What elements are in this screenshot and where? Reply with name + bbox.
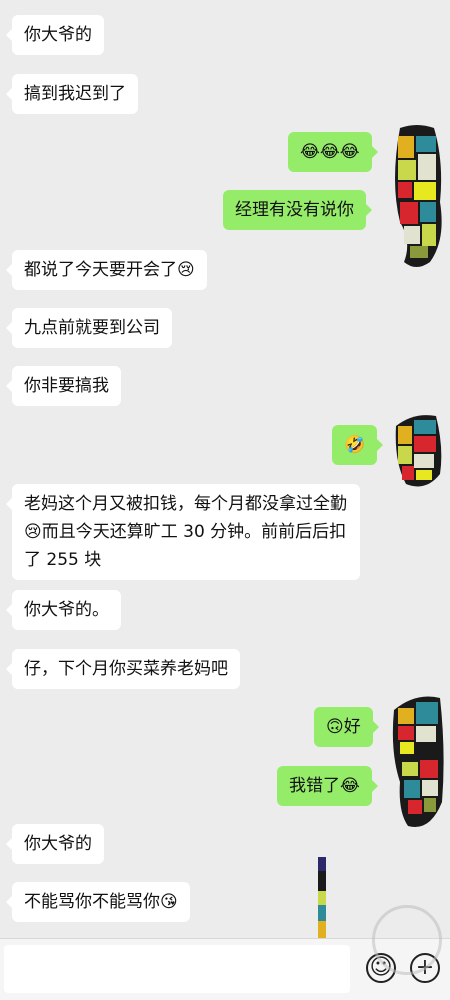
- message-text: 你非要搞我: [24, 376, 109, 396]
- message-text: 我错了😂: [289, 776, 360, 796]
- message-bubble[interactable]: 不能骂你不能骂你😘: [6, 882, 190, 922]
- message-bubble[interactable]: 我错了😂: [277, 766, 378, 806]
- message-text: 你大爷的。: [24, 600, 109, 620]
- message-bubble[interactable]: 经理有没有说你: [223, 190, 372, 230]
- message-text: 你大爷的: [24, 25, 92, 45]
- message-text: 搞到我迟到了: [24, 84, 126, 104]
- avatar[interactable]: [390, 692, 444, 830]
- message-text: 🤣: [344, 435, 366, 455]
- decorative-stick: [318, 857, 326, 943]
- message-bubble[interactable]: 都说了今天要开会了😢: [6, 250, 207, 290]
- message-text: 经理有没有说你: [235, 200, 354, 220]
- watermark-logo: [372, 905, 442, 975]
- message-bubble[interactable]: 你非要搞我: [6, 366, 121, 406]
- message-bubble[interactable]: 九点前就要到公司: [6, 308, 172, 348]
- message-text: 🙃好: [326, 717, 361, 737]
- avatar[interactable]: [390, 122, 444, 270]
- message-bubble[interactable]: 你大爷的: [6, 824, 104, 864]
- message-bubble[interactable]: 搞到我迟到了: [6, 74, 138, 114]
- message-text: 九点前就要到公司: [24, 318, 160, 338]
- message-input[interactable]: [4, 945, 350, 993]
- message-text: 而且今天还算旷工 30 分钟。前前后后扣了 255 块: [24, 522, 347, 570]
- message-bubble[interactable]: 你大爷的。: [6, 590, 121, 630]
- crying-emoji-icon: 😢: [24, 522, 42, 542]
- message-text: 你大爷的: [24, 834, 92, 854]
- avatar[interactable]: [390, 412, 444, 490]
- message-bubble[interactable]: 你大爷的: [6, 15, 104, 55]
- message-bubble[interactable]: 🙃好: [314, 707, 379, 747]
- message-bubble[interactable]: 😂😂😂: [288, 132, 378, 172]
- chat-area[interactable]: 你大爷的 搞到我迟到了 😂😂😂 经理有没有说你 都说了今天要开会了😢 九点前就要…: [0, 0, 450, 943]
- message-text: 老妈这个月又被扣钱，每个月都没拿过全勤: [24, 494, 347, 514]
- message-text: 都说了今天要开会了😢: [24, 260, 195, 280]
- message-bubble[interactable]: 🤣: [332, 425, 384, 465]
- message-bubble[interactable]: 仔，下个月你买菜养老妈吧: [6, 649, 240, 689]
- message-bubble[interactable]: 老妈这个月又被扣钱，每个月都没拿过全勤 😢而且今天还算旷工 30 分钟。前前后后扣…: [6, 484, 360, 580]
- message-text: 不能骂你不能骂你😘: [24, 892, 178, 912]
- message-text: 😂😂😂: [300, 142, 360, 162]
- message-text: 仔，下个月你买菜养老妈吧: [24, 659, 228, 679]
